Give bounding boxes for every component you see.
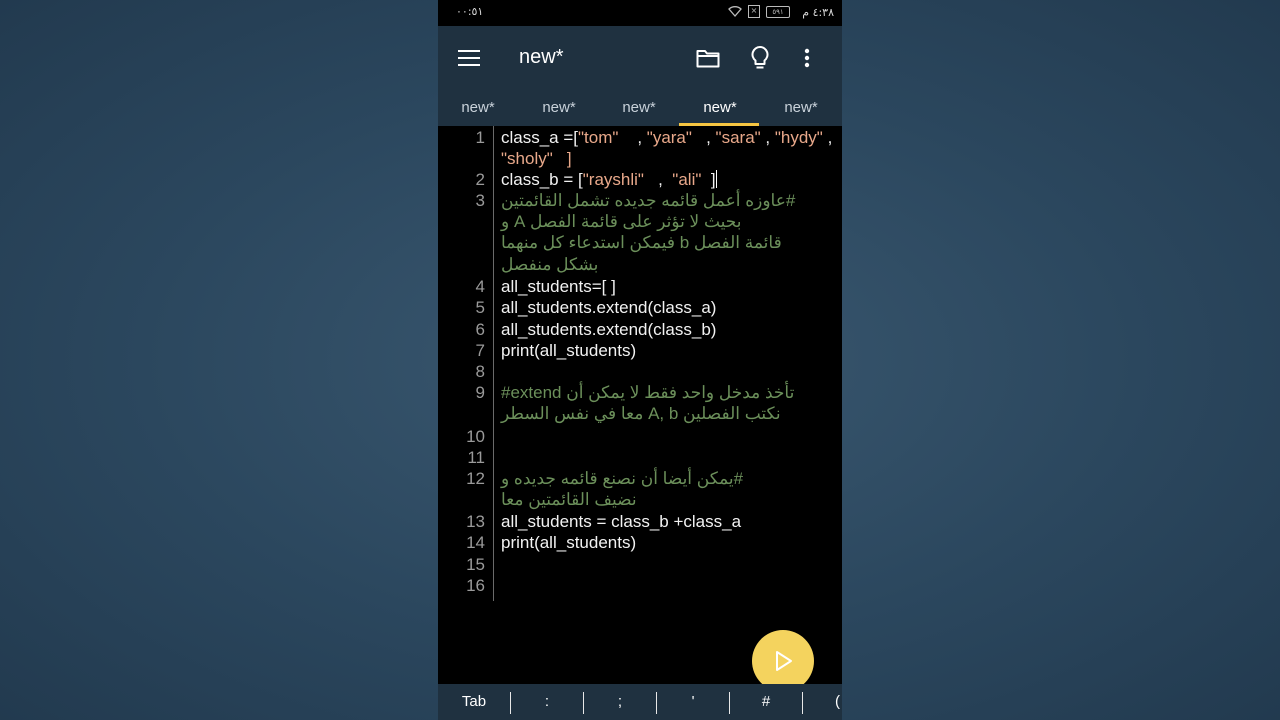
comment-text: #عاوزه أعمل قائمه جديده تشمل القائمتين <box>501 191 796 210</box>
run-button[interactable] <box>752 630 814 692</box>
app-bar: new* <box>438 26 842 90</box>
code-text: print(all_students) <box>501 533 637 552</box>
key-open-paren[interactable]: ( <box>803 684 842 720</box>
tab-new-3[interactable]: new* <box>599 90 679 126</box>
line-number: 5 <box>475 298 485 317</box>
tab-new-2[interactable]: new* <box>519 90 599 126</box>
status-bar: ٠٠:٥١ × ٥٩١ ٤:٣٨ م <box>438 0 842 26</box>
line-number: 9 <box>475 383 485 402</box>
status-icons: × ٥٩١ <box>728 5 790 18</box>
code-text: all_students = class_b +class_a <box>501 512 742 531</box>
tab-new-5[interactable]: new* <box>761 90 841 126</box>
line-number: 3 <box>475 191 485 210</box>
line-number: 15 <box>466 555 485 574</box>
code-editor[interactable]: 1 class_a =["tom" , "yara" , "sara" , "h… <box>438 126 842 692</box>
code-text: class_a =["tom" , "yara" , "sara" , "hyd… <box>501 128 833 147</box>
code-text: all_students.extend(class_b) <box>501 320 717 339</box>
wifi-icon <box>728 6 742 17</box>
line-number: 13 <box>466 512 485 531</box>
more-vert-icon[interactable] <box>804 48 810 68</box>
key-semicolon[interactable]: ; <box>584 684 656 720</box>
key-hash[interactable]: # <box>730 684 802 720</box>
line-number: 16 <box>466 576 485 595</box>
play-icon <box>776 651 792 671</box>
comment-text: بحيث لا تؤثر على قائمة الفصل A و <box>501 212 742 231</box>
folder-icon[interactable] <box>696 48 720 68</box>
line-number: 8 <box>475 362 485 381</box>
key-quote[interactable]: ' <box>657 684 729 720</box>
line-number: 6 <box>475 320 485 339</box>
comment-text: نكتب الفصلين A, b معا في نفس السطر <box>501 404 781 423</box>
comment-text: بشكل منفصل <box>501 255 599 274</box>
file-tabs: new* new* new* new* new* <box>438 90 842 126</box>
line-number: 1 <box>475 128 485 147</box>
line-number: 2 <box>475 170 485 189</box>
code-text: print(all_students) <box>501 341 637 360</box>
status-time-left: ٠٠:٥١ <box>456 5 484 18</box>
sim-icon: × <box>748 5 760 18</box>
line-number: 10 <box>466 427 485 446</box>
tab-new-1[interactable]: new* <box>438 90 518 126</box>
key-tab[interactable]: Tab <box>438 684 510 720</box>
comment-text: #extend تأخذ مدخل واحد فقط لا يمكن أن <box>501 383 795 402</box>
line-number: 14 <box>466 533 485 552</box>
code-text: class_b = ["rayshli" , "ali" ] <box>501 170 717 189</box>
line-number: 11 <box>467 448 485 467</box>
comment-text: #يمكن أيضا أن نصنع قائمه جديده و <box>501 469 744 488</box>
symbol-key-bar: Tab : ; ' # ( <box>438 684 842 720</box>
line-number: 12 <box>466 469 485 488</box>
line-number: 7 <box>475 341 485 360</box>
menu-icon[interactable] <box>458 50 480 66</box>
status-time-right: ٤:٣٨ م <box>802 6 834 19</box>
line-number: 4 <box>475 277 485 296</box>
tab-new-4-active[interactable]: new* <box>680 90 760 126</box>
app-title: new* <box>519 46 564 68</box>
text-cursor <box>715 170 717 188</box>
phone-screen: ٠٠:٥١ × ٥٩١ ٤:٣٨ م new* new* new* new* n… <box>438 0 842 720</box>
key-colon[interactable]: : <box>511 684 583 720</box>
code-text: all_students.extend(class_a) <box>501 298 717 317</box>
comment-text: قائمة الفصل b فيمكن استدعاء كل منهما <box>501 233 782 252</box>
code-text: "sholy" ] <box>501 149 572 168</box>
gutter-divider <box>493 126 494 601</box>
comment-text: نضيف القائمتين معا <box>501 490 637 509</box>
code-text: all_students=[ ] <box>501 277 616 296</box>
battery-icon: ٥٩١ <box>766 5 790 18</box>
lightbulb-icon[interactable] <box>750 45 770 71</box>
